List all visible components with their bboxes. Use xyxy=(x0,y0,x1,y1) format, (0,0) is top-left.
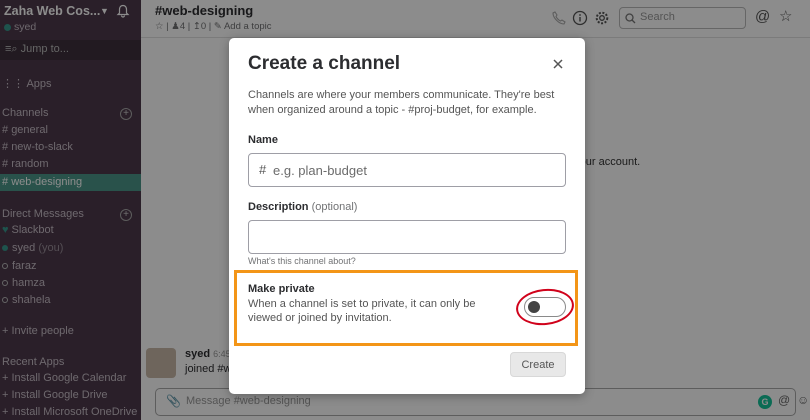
channel-name-field[interactable]: # xyxy=(248,153,566,187)
make-private-section: Make private When a channel is set to pr… xyxy=(234,270,578,346)
create-channel-dialog: Create a channel Channels are where your… xyxy=(229,38,585,394)
toggle-knob[interactable] xyxy=(528,301,540,313)
description-hint: What's this channel about? xyxy=(248,256,356,266)
channel-name-input[interactable] xyxy=(273,155,561,185)
description-label: Description (optional) xyxy=(248,201,358,213)
channel-description-input[interactable] xyxy=(257,222,545,252)
close-icon[interactable] xyxy=(551,57,565,71)
dialog-description: Channels are where your members communic… xyxy=(248,89,555,116)
make-private-title: Make private xyxy=(248,283,315,295)
channel-description-field[interactable] xyxy=(248,220,566,254)
name-label: Name xyxy=(248,134,278,146)
hash-icon: # xyxy=(259,162,267,177)
dialog-title: Create a channel xyxy=(248,53,401,74)
make-private-toggle[interactable] xyxy=(524,297,566,317)
make-private-description: When a channel is set to private, it can… xyxy=(248,298,476,324)
create-button[interactable]: Create xyxy=(510,352,566,377)
